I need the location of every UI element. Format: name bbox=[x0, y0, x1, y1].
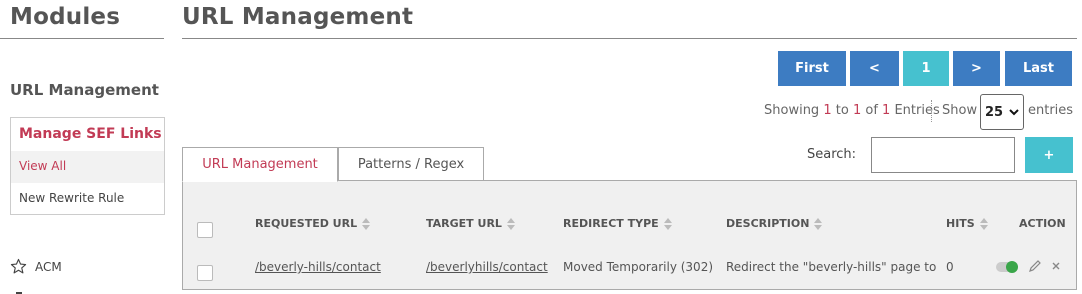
tab-patterns-regex[interactable]: Patterns / Regex bbox=[338, 147, 484, 182]
redirect-type-cell: Moved Temporarily (302) bbox=[563, 260, 714, 274]
summary-of-word: of bbox=[865, 103, 878, 118]
search-input[interactable] bbox=[871, 137, 1015, 173]
summary-suffix: Entries bbox=[894, 103, 940, 118]
sidebar-item-view-all[interactable]: View All bbox=[11, 151, 164, 183]
page-size-value: 25 bbox=[985, 104, 1004, 120]
page-size-select[interactable]: 25 bbox=[980, 94, 1024, 130]
sort-icon bbox=[506, 217, 515, 230]
sidebar-divider bbox=[0, 38, 164, 39]
sidebar-title: Modules bbox=[10, 4, 121, 30]
star-icon bbox=[10, 258, 27, 274]
page-size-label: Show bbox=[942, 103, 978, 118]
select-all-checkbox[interactable] bbox=[197, 222, 213, 238]
title-divider bbox=[182, 38, 1077, 39]
column-header-target-url[interactable]: TARGET URL bbox=[426, 217, 515, 230]
sidebar-item-new-rewrite-rule[interactable]: New Rewrite Rule bbox=[19, 191, 124, 205]
sort-icon bbox=[979, 217, 988, 230]
sort-icon bbox=[663, 217, 672, 230]
sidebar-menu-box: Manage SEF Links View All New Rewrite Ru… bbox=[10, 117, 165, 215]
sidebar-menu-title[interactable]: Manage SEF Links bbox=[19, 126, 162, 142]
entries-summary: Showing 1 to 1 of 1 Entries bbox=[764, 103, 940, 118]
app-root: Modules URL Management Manage SEF Links … bbox=[0, 0, 1082, 294]
column-header-action: ACTION bbox=[1019, 217, 1066, 230]
summary-prefix: Showing bbox=[764, 103, 820, 118]
sidebar-item-label: ACM bbox=[35, 259, 62, 274]
pagination-page-1[interactable]: 1 bbox=[903, 51, 949, 86]
requested-url-link[interactable]: /beverly-hills/contact bbox=[255, 260, 381, 274]
pagination-prev-button[interactable]: < bbox=[850, 51, 899, 86]
column-header-description[interactable]: DESCRIPTION bbox=[726, 217, 823, 230]
description-cell: Redirect the "beverly-hills" page to bbox=[726, 260, 937, 274]
edit-icon[interactable] bbox=[1028, 259, 1042, 273]
column-header-label: DESCRIPTION bbox=[726, 217, 810, 230]
pagination-first-button[interactable]: First bbox=[778, 51, 846, 86]
summary-to: 1 bbox=[852, 103, 862, 118]
sidebar-item-acm[interactable]: ACM bbox=[10, 258, 62, 275]
column-header-label: TARGET URL bbox=[426, 217, 502, 230]
delete-icon[interactable] bbox=[1049, 259, 1063, 273]
enabled-toggle[interactable] bbox=[996, 261, 1018, 273]
column-header-requested-url[interactable]: REQUESTED URL bbox=[255, 217, 371, 230]
sidebar-section-title: URL Management bbox=[10, 81, 159, 99]
column-header-label: HITS bbox=[946, 217, 975, 230]
summary-total: 1 bbox=[882, 103, 891, 118]
summary-from: 1 bbox=[823, 103, 832, 118]
page-size-suffix: entries bbox=[1028, 103, 1074, 118]
add-rule-button[interactable]: + bbox=[1025, 137, 1073, 173]
column-header-hits[interactable]: HITS bbox=[946, 217, 988, 230]
sort-icon bbox=[362, 217, 371, 230]
hits-cell: 0 bbox=[946, 260, 954, 274]
summary-to-word: to bbox=[835, 103, 849, 118]
search-label: Search: bbox=[807, 147, 857, 162]
sidebar-item-label: View All bbox=[19, 159, 67, 173]
column-header-label: REQUESTED URL bbox=[255, 217, 358, 230]
pagination-last-button[interactable]: Last bbox=[1005, 51, 1072, 86]
chevron-down-icon bbox=[1009, 109, 1019, 116]
tab-url-management[interactable]: URL Management bbox=[182, 147, 338, 182]
column-header-label: REDIRECT TYPE bbox=[563, 217, 659, 230]
row-checkbox[interactable] bbox=[197, 265, 213, 281]
summary-divider bbox=[931, 100, 932, 122]
column-header-label: ACTION bbox=[1019, 217, 1066, 230]
page-title: URL Management bbox=[182, 4, 414, 30]
sort-icon bbox=[814, 217, 823, 230]
column-header-redirect-type[interactable]: REDIRECT TYPE bbox=[563, 217, 672, 230]
pagination-next-button[interactable]: > bbox=[953, 51, 1000, 86]
target-url-link[interactable]: /beverlyhills/contact bbox=[426, 260, 548, 274]
